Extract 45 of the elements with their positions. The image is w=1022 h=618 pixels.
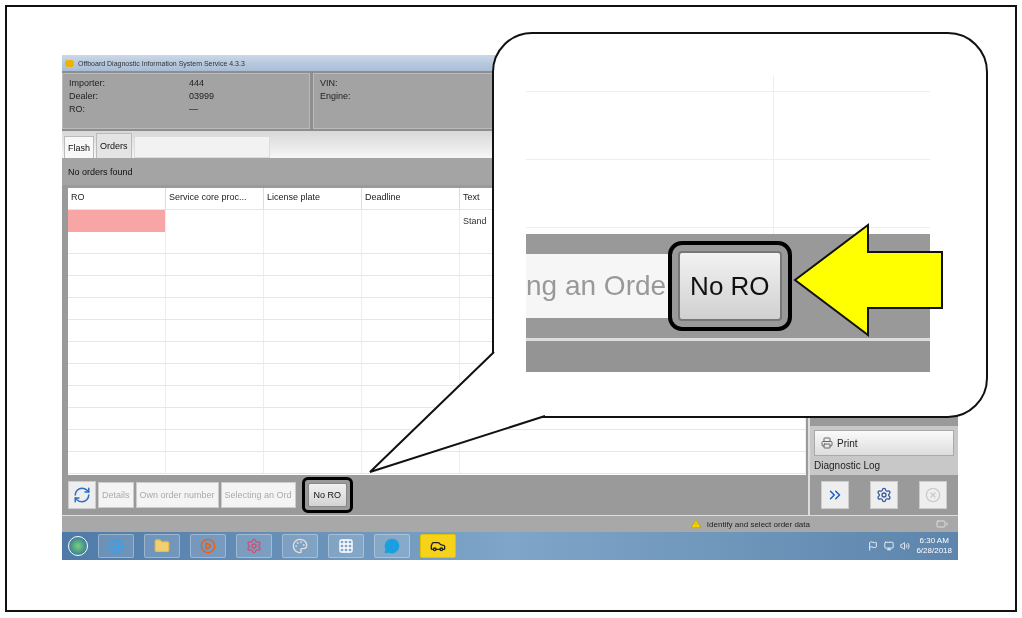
no-ro-button[interactable]: No RO [307,483,348,507]
close-icon [925,487,942,503]
column-header: Service core proc... [166,188,264,209]
volume-icon [900,541,911,551]
clock-date: 6/28/2018 [916,546,952,556]
gear-icon [246,538,262,554]
column-header: RO [68,188,166,209]
forward-button[interactable] [820,481,849,509]
clock-time: 6:30 AM [919,536,949,546]
globe-icon [108,538,124,554]
network-icon [884,541,895,551]
no-ro-button[interactable]: No RO [678,251,782,321]
settings-button[interactable] [870,481,898,509]
field-value: 03999 [189,91,216,101]
refresh-button[interactable] [68,481,96,509]
warning-icon [690,519,701,529]
palette-icon [292,538,308,554]
status-text: Identify and select order data [706,519,810,529]
zoomed-button-text: ng an Orde [526,254,669,318]
taskbar-button[interactable] [420,534,456,558]
field-label: Dealer: [69,91,99,101]
field-label: Engine: [320,91,352,101]
field-label: Importer: [69,78,106,88]
field-label: RO: [69,104,86,114]
refresh-icon [73,486,91,504]
section-label: Diagnostic Log [814,460,882,471]
printer-icon [821,437,833,449]
flag-icon [868,541,879,551]
app-icon [65,59,74,67]
folder-icon [154,538,170,554]
field-value: 444 [189,78,206,88]
print-button[interactable]: Print [814,430,954,456]
tab[interactable]: Orders [96,133,132,158]
column-header: License plate [264,188,362,209]
tab[interactable]: Flash [64,136,94,158]
field-value: — [189,104,199,114]
start-button[interactable] [68,536,88,556]
column-header: Deadline [362,188,460,209]
field-label: VIN: [320,78,339,88]
settings-icon [876,487,892,503]
arrow-icon [793,223,943,337]
chat-icon [384,538,400,554]
blurred-tab[interactable] [133,136,270,158]
play-icon [200,538,216,554]
grid-icon [338,538,354,554]
